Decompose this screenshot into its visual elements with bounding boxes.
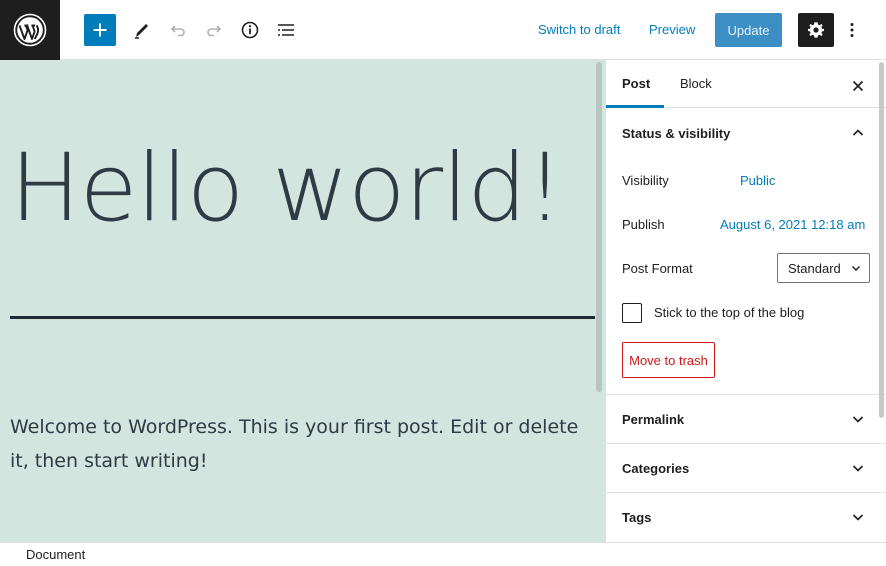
stick-to-top-checkbox[interactable]	[622, 303, 642, 323]
tags-panel-toggle[interactable]: Tags	[606, 493, 886, 541]
tab-post[interactable]: Post	[622, 76, 650, 91]
breadcrumb-document[interactable]: Document	[26, 547, 85, 562]
redo-button[interactable]	[198, 14, 230, 46]
info-icon	[241, 21, 259, 39]
block-breadcrumb-bar: Document	[0, 542, 886, 566]
active-tab-indicator	[606, 105, 664, 108]
settings-sidebar: Post Block Status & visibility Visibilit…	[605, 60, 886, 542]
redo-icon	[207, 25, 222, 37]
tools-button[interactable]	[126, 14, 158, 46]
panel-title: Tags	[622, 510, 652, 525]
paragraph-block[interactable]: Welcome to WordPress. This is your first…	[10, 410, 595, 478]
wordpress-logo-icon[interactable]	[0, 0, 60, 60]
preview-button[interactable]: Preview	[649, 20, 695, 40]
plus-icon	[93, 23, 107, 37]
settings-button[interactable]	[798, 13, 834, 47]
panel-title: Categories	[622, 461, 690, 476]
chevron-down-icon	[852, 465, 864, 472]
post-title[interactable]: Hello world!	[10, 134, 564, 244]
separator-block[interactable]	[10, 316, 595, 319]
panel-title: Status & visibility	[622, 126, 731, 141]
list-view-button[interactable]	[270, 14, 302, 46]
move-to-trash-button[interactable]: Move to trash	[622, 342, 715, 378]
add-block-button[interactable]	[84, 14, 116, 46]
visibility-label: Visibility	[622, 173, 669, 188]
list-view-icon	[278, 24, 294, 36]
undo-button[interactable]	[162, 14, 194, 46]
publish-label: Publish	[622, 217, 665, 232]
more-options-button[interactable]	[836, 14, 868, 46]
editor-canvas: Hello world! Welcome to WordPress. This …	[0, 60, 605, 542]
undo-icon	[170, 25, 185, 37]
editor-toolbar: Switch to draft Preview Update	[0, 0, 886, 60]
post-format-value: Standard	[788, 261, 841, 276]
panel-title: Permalink	[622, 412, 685, 427]
close-sidebar-button[interactable]	[848, 76, 868, 96]
categories-panel-toggle[interactable]: Categories	[606, 444, 886, 492]
tab-block[interactable]: Block	[680, 76, 712, 91]
chevron-down-icon	[852, 266, 860, 271]
post-format-select[interactable]: Standard	[777, 253, 870, 283]
post-format-label: Post Format	[622, 261, 693, 276]
permalink-panel-toggle[interactable]: Permalink	[606, 395, 886, 443]
close-icon	[852, 80, 864, 92]
status-visibility-panel-toggle[interactable]: Status & visibility	[606, 109, 886, 157]
gear-icon	[808, 22, 824, 38]
update-button[interactable]: Update	[715, 13, 782, 47]
sidebar-tabs: Post Block	[606, 60, 886, 108]
more-vertical-icon	[850, 23, 854, 37]
pencil-icon	[135, 24, 148, 39]
details-button[interactable]	[234, 14, 266, 46]
stick-to-top-label[interactable]: Stick to the top of the blog	[654, 305, 804, 320]
canvas-scrollbar[interactable]	[596, 62, 602, 392]
publish-date-toggle[interactable]: August 6, 2021 12:18 am	[720, 217, 865, 232]
chevron-up-icon	[852, 129, 864, 136]
chevron-down-icon	[852, 416, 864, 423]
visibility-toggle[interactable]: Public	[740, 173, 775, 188]
switch-to-draft-button[interactable]: Switch to draft	[538, 20, 620, 40]
chevron-down-icon	[852, 514, 864, 521]
sidebar-scrollbar[interactable]	[879, 62, 884, 418]
